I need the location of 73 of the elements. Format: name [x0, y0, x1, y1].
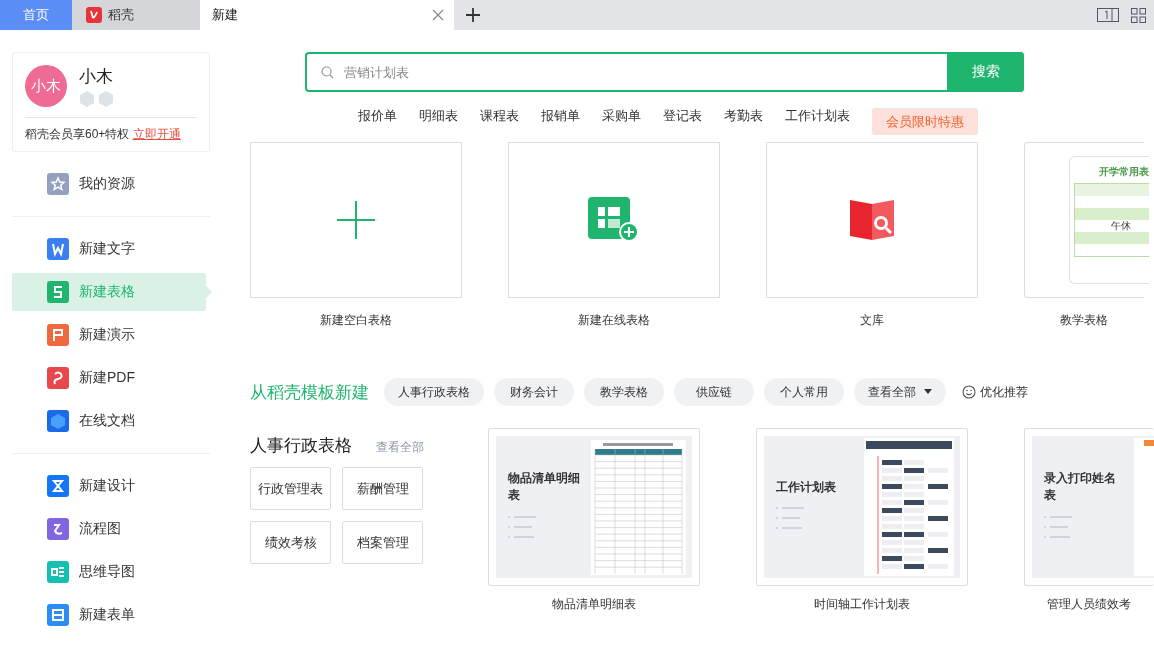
category-chip[interactable]: 个人常用	[764, 378, 844, 406]
sidebar-item[interactable]: 新建文字	[12, 230, 206, 268]
sidebar-item[interactable]: 在线文档	[12, 402, 206, 440]
book-search-icon	[848, 198, 896, 242]
smile-icon	[962, 385, 976, 399]
tab[interactable]: 稻壳	[72, 0, 200, 30]
tag-link[interactable]: 课程表	[480, 107, 519, 125]
template-caption: 管理人员绩效考	[1046, 596, 1132, 613]
tag-link[interactable]: 明细表	[419, 107, 458, 125]
badge-icon	[98, 91, 114, 107]
template-caption: 物品清单明细表	[551, 596, 637, 613]
flow-app-icon	[47, 518, 69, 540]
recommend-link[interactable]: 优化推荐	[962, 383, 1028, 401]
pdf-app-icon	[47, 367, 69, 389]
tag-link[interactable]: 采购单	[602, 107, 641, 125]
thumbnail-title: 工作计划表	[776, 478, 837, 496]
grid-icon[interactable]	[1131, 7, 1146, 23]
sidebar-item[interactable]: 我的资源	[12, 165, 206, 203]
template-caption: 时间轴工作计划表	[813, 596, 911, 613]
sidebar-item[interactable]: 新建演示	[12, 316, 206, 354]
section-title: 从稻壳模板新建	[250, 381, 369, 404]
tab[interactable]: 新建	[200, 0, 454, 30]
sidebar-item[interactable]: 新建设计	[12, 467, 206, 505]
sheet-app-icon	[47, 281, 69, 303]
category-chip[interactable]: 查看全部	[854, 378, 946, 406]
tag-link[interactable]: 工作计划表	[785, 107, 850, 125]
design-app-icon	[47, 475, 69, 497]
user-name: 小木	[79, 66, 114, 88]
new-card[interactable]	[508, 142, 720, 298]
subcategory-button[interactable]: 薪酬管理	[342, 467, 423, 510]
form-app-icon	[47, 604, 69, 626]
window-icon[interactable]	[1097, 8, 1119, 22]
new-card[interactable]	[766, 142, 978, 298]
promo-text: 稻壳会员享60+特权	[25, 127, 130, 141]
sidebar-item[interactable]: 新建表单	[12, 596, 206, 634]
plus-icon	[337, 201, 375, 239]
open-link[interactable]: 立即开通	[132, 127, 181, 141]
writer-app-icon	[47, 238, 69, 260]
star-app-icon	[47, 173, 69, 195]
category-chip[interactable]: 人事行政表格	[384, 378, 484, 406]
mind-app-icon	[47, 561, 69, 583]
sidebar-item[interactable]: 思维导图	[12, 553, 206, 591]
logo-icon	[86, 7, 102, 23]
category-chip[interactable]: 供应链	[674, 378, 754, 406]
tag-link[interactable]: 考勤表	[724, 107, 763, 125]
subcategory-button[interactable]: 绩效考核	[250, 521, 331, 564]
card-caption: 教学表格	[1059, 312, 1109, 329]
subcategory-button[interactable]: 行政管理表	[250, 467, 331, 510]
template-card[interactable]: 工作计划表	[756, 428, 968, 586]
badge-icon	[79, 91, 95, 107]
thumbnail-title: 录入打印姓名表	[1044, 470, 1117, 504]
slides-app-icon	[47, 324, 69, 346]
tag-link[interactable]: 登记表	[663, 107, 702, 125]
template-preview: 开学常用表 午休	[1069, 156, 1149, 284]
search-icon	[321, 65, 334, 79]
card-caption: 新建空白表格	[319, 312, 393, 329]
card-caption: 文库	[859, 312, 885, 329]
category-chip[interactable]: 教学表格	[584, 378, 664, 406]
subcategory-button[interactable]: 档案管理	[342, 521, 423, 564]
add-tab-icon[interactable]	[466, 8, 480, 22]
card-caption: 新建在线表格	[577, 312, 651, 329]
tag-link[interactable]: 报价单	[358, 107, 397, 125]
category-chip[interactable]: 财务会计	[494, 378, 574, 406]
template-card[interactable]: 物品清单明细表	[488, 428, 700, 586]
sheet-add-icon	[588, 197, 640, 243]
tag-link[interactable]: 报销单	[541, 107, 580, 125]
template-card[interactable]: 录入打印姓名表	[1024, 428, 1154, 586]
close-icon[interactable]	[432, 9, 444, 21]
caret-icon	[924, 389, 932, 395]
sidebar-item[interactable]: 流程图	[12, 510, 206, 548]
category-title: 人事行政表格	[250, 435, 352, 457]
thumbnail-title: 物品清单明细表	[508, 470, 581, 504]
sidebar-item[interactable]: 新建PDF	[12, 359, 206, 397]
